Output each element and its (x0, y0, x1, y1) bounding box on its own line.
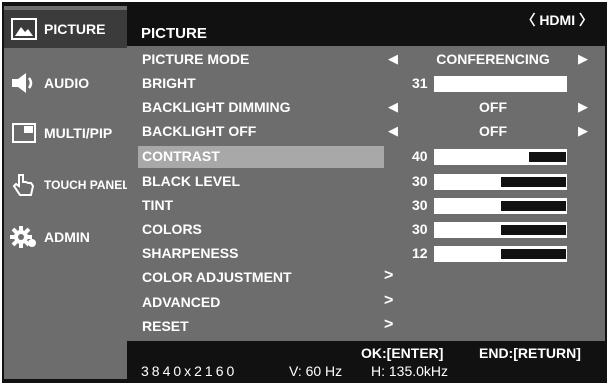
row-label: COLORS (142, 221, 202, 237)
contrast-value: 40 (412, 148, 428, 164)
row-label: PICTURE MODE (142, 51, 250, 67)
row-label: BACKLIGHT OFF (142, 123, 257, 139)
bright-value: 31 (412, 75, 428, 91)
picture-mode-value: CONFERENCING (436, 51, 550, 67)
multi-pip-icon (10, 120, 38, 146)
sidebar-item-picture[interactable]: PICTURE (4, 10, 127, 48)
slider-fill (500, 201, 566, 211)
row-backlight-dimming[interactable]: BACKLIGHT DIMMING ◀ OFF ▶ (138, 97, 608, 119)
end-return-hint: END:[RETURN] (479, 345, 581, 361)
row-bright[interactable]: BRIGHT 31 (138, 73, 608, 95)
picture-icon (10, 16, 38, 42)
left-arrow-icon[interactable]: ◀ (388, 99, 398, 115)
right-arrow-icon[interactable]: ▶ (578, 51, 588, 67)
row-label: CONTRAST (142, 148, 220, 164)
sidebar-item-multi-pip[interactable]: MULTI/PIP (4, 114, 127, 152)
sidebar-item-label: AUDIO (44, 75, 90, 91)
contrast-slider[interactable] (434, 149, 567, 165)
admin-gear-icon (10, 224, 38, 250)
row-contrast[interactable]: CONTRAST 40 (138, 146, 608, 168)
panel-header: PICTURE 〈 HDMI 〉 (127, 6, 605, 46)
chevron-right-icon[interactable]: > (384, 292, 393, 310)
row-advanced[interactable]: ADVANCED > (138, 292, 608, 314)
slider-fill (500, 177, 566, 187)
right-arrow-icon[interactable]: ▶ (578, 99, 588, 115)
slider-fill (500, 225, 566, 235)
slider-fill (529, 152, 566, 162)
row-picture-mode[interactable]: PICTURE MODE ◀ CONFERENCING ▶ (138, 49, 608, 71)
left-arrow-icon[interactable]: ◀ (388, 51, 398, 67)
row-label: RESET (142, 318, 189, 334)
ok-enter-hint: OK:[ENTER] (361, 345, 444, 361)
sidebar-item-audio[interactable]: AUDIO (4, 64, 127, 102)
row-label: TINT (142, 197, 174, 213)
row-label: ADVANCED (142, 294, 221, 310)
row-color-adjustment[interactable]: COLOR ADJUSTMENT > (138, 267, 608, 289)
black-level-slider[interactable] (434, 174, 567, 190)
row-backlight-off[interactable]: BACKLIGHT OFF ◀ OFF ▶ (138, 121, 608, 143)
right-arrow-icon[interactable]: ▶ (578, 123, 588, 139)
row-label: COLOR ADJUSTMENT (142, 269, 292, 285)
page-title: PICTURE (141, 25, 207, 42)
row-colors[interactable]: COLORS 30 (138, 219, 608, 241)
sidebar-item-label: MULTI/PIP (44, 125, 113, 141)
sidebar-item-touch-panel[interactable]: TOUCH PANEL (4, 166, 130, 204)
backlight-off-value: OFF (479, 123, 507, 139)
bright-slider[interactable] (434, 76, 567, 92)
row-sharpeness[interactable]: SHARPENESS 12 (138, 243, 608, 265)
sidebar-item-label: TOUCH PANEL (44, 178, 130, 192)
tint-slider[interactable] (434, 198, 567, 214)
sidebar: PICTURE AUDIO MULTI/PIP TOUCH PANEL ADMI… (4, 6, 130, 379)
row-tint[interactable]: TINT 30 (138, 195, 608, 217)
slider-fill (500, 249, 566, 259)
row-reset[interactable]: RESET > (138, 316, 608, 338)
speaker-icon (10, 70, 38, 96)
resolution-text: 3840x2160 (141, 363, 238, 379)
row-label: BLACK LEVEL (142, 173, 240, 189)
status-footer: OK:[ENTER] END:[RETURN] 3840x2160 V: 60 … (127, 341, 605, 381)
sharpeness-slider[interactable] (434, 246, 567, 262)
touch-hand-icon (10, 172, 38, 198)
sharpeness-value: 12 (412, 245, 428, 261)
colors-slider[interactable] (434, 222, 567, 238)
chevron-right-icon[interactable]: > (384, 316, 393, 334)
input-source-selector[interactable]: 〈 HDMI 〉 (521, 10, 593, 30)
backlight-dimming-value: OFF (479, 99, 507, 115)
vertical-frequency: V: 60 Hz (289, 363, 343, 379)
sidebar-item-label: PICTURE (44, 21, 106, 37)
row-black-level[interactable]: BLACK LEVEL 30 (138, 171, 608, 193)
row-label: SHARPENESS (142, 245, 239, 261)
sidebar-item-label: ADMIN (44, 229, 90, 245)
colors-value: 30 (412, 221, 428, 237)
row-label: BRIGHT (142, 75, 196, 91)
horizontal-frequency: H: 135.0kHz (371, 363, 449, 379)
tint-value: 30 (412, 197, 428, 213)
black-level-value: 30 (412, 173, 428, 189)
row-label: BACKLIGHT DIMMING (142, 99, 291, 115)
chevron-right-icon[interactable]: > (384, 267, 393, 285)
sidebar-item-admin[interactable]: ADMIN (4, 218, 127, 256)
left-arrow-icon[interactable]: ◀ (388, 123, 398, 139)
